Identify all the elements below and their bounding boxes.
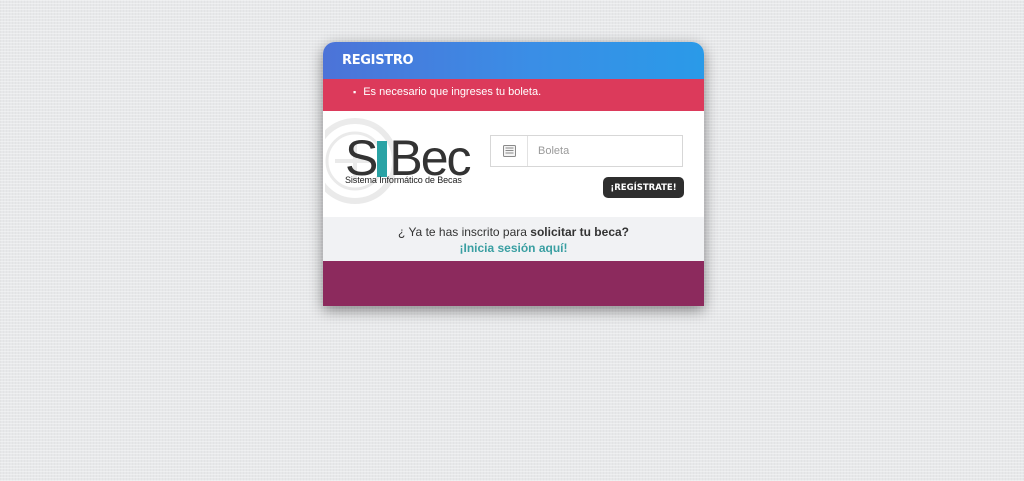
- boleta-input-group: [490, 135, 683, 167]
- sibec-logo: S Bec Sistema Informático de Becas: [345, 133, 477, 193]
- login-question: ¿ Ya te has inscrito para solicitar tu b…: [323, 225, 704, 239]
- alert-message: Es necesario que ingreses tu boleta.: [363, 86, 542, 98]
- boleta-input[interactable]: [528, 136, 682, 166]
- form-area: SBec Sistema Informático de Becas ¡REGÍS…: [323, 111, 704, 217]
- logo-book-icon: [377, 141, 388, 177]
- registration-card: REGISTRO ▪ Es necesario que ingreses tu …: [323, 42, 704, 306]
- login-prompt: ¿ Ya te has inscrito para solicitar tu b…: [323, 217, 704, 261]
- boleta-addon: [491, 136, 528, 166]
- register-button[interactable]: ¡REGÍSTRATE!: [603, 177, 684, 198]
- bullet-icon: ▪: [353, 87, 357, 97]
- error-alert: ▪ Es necesario que ingreses tu boleta.: [323, 79, 704, 111]
- login-link[interactable]: ¡Inicia sesión aquí!: [459, 241, 567, 255]
- card-title: REGISTRO: [342, 53, 414, 68]
- bottom-band: [323, 261, 704, 306]
- question-prefix: ¿ Ya te has inscrito para: [398, 225, 531, 239]
- question-strong: solicitar tu beca?: [530, 225, 629, 239]
- card-header: REGISTRO: [323, 42, 704, 79]
- id-card-icon: [502, 145, 516, 157]
- logo-subtitle: Sistema Informático de Becas: [345, 175, 462, 185]
